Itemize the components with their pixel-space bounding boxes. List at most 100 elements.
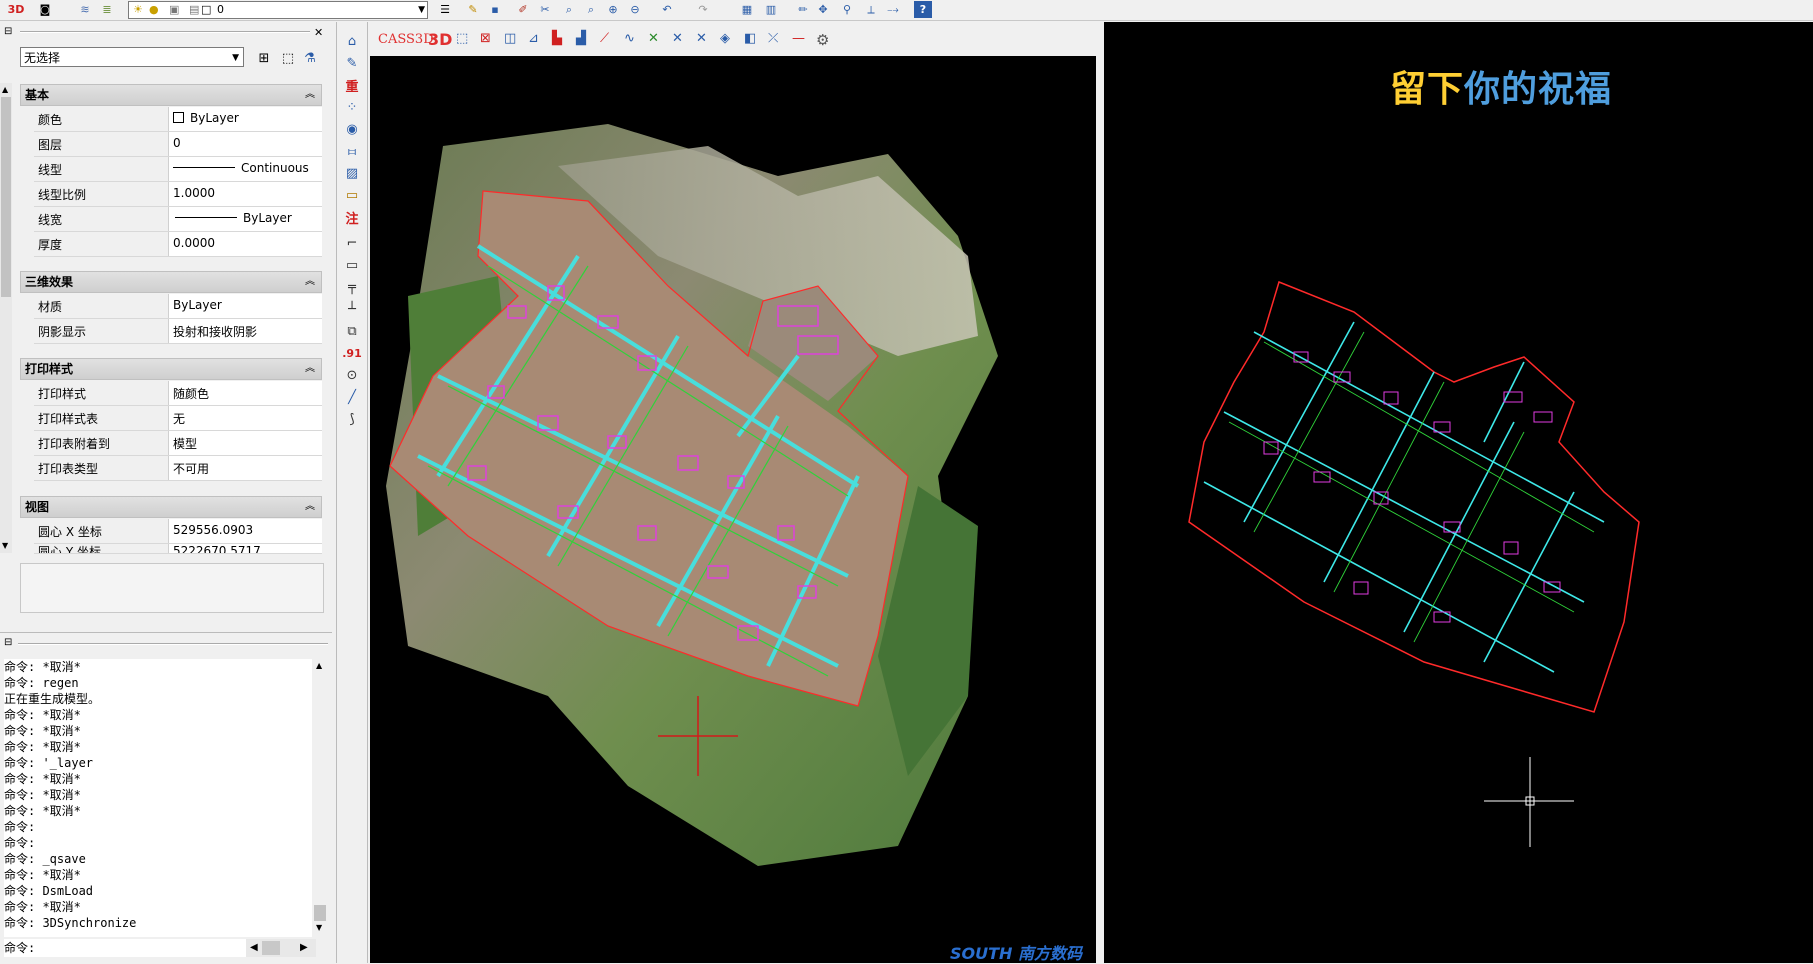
command-input[interactable]: 命令: <box>4 939 260 957</box>
sun-icon[interactable]: ● <box>149 2 159 18</box>
rectangle-icon[interactable]: ▭ <box>343 256 361 274</box>
select-objects-icon[interactable]: ⬚ <box>278 48 298 68</box>
prop-row-linetype-scale[interactable]: 线型比例 1.0000 <box>34 182 322 207</box>
redraw-icon[interactable]: 重 <box>343 76 361 95</box>
extend-icon[interactable]: ⤍ <box>884 1 902 18</box>
save-icon[interactable]: ▪ <box>486 1 504 18</box>
collapse-icon[interactable]: ︽ <box>305 272 315 292</box>
zoom-window-icon[interactable]: ⌕ <box>582 1 600 18</box>
section-basic[interactable]: 基本 ︽ <box>20 84 322 106</box>
bulb-icon[interactable]: ☀ <box>133 2 143 18</box>
scroll-thumb[interactable] <box>262 941 280 955</box>
prop-row-plot-type[interactable]: 打印表类型 不可用 <box>34 456 322 481</box>
image-icon[interactable]: ▨ <box>343 164 361 182</box>
quick-select-icon[interactable]: ⚗ <box>300 48 320 68</box>
prop-value[interactable]: ByLayer <box>168 207 322 231</box>
prop-value[interactable]: 投射和接收阴影 <box>168 319 322 343</box>
calculator-icon[interactable]: ▥ <box>762 1 780 18</box>
annotate-icon[interactable]: 注 <box>343 208 361 227</box>
scroll-right-icon[interactable]: ▶ <box>300 942 308 953</box>
prop-value[interactable]: 模型 <box>168 431 322 455</box>
scroll-down-icon[interactable]: ▼ <box>2 541 8 550</box>
terrain-icon[interactable]: ∿ <box>624 31 642 49</box>
split-icon[interactable]: ◫ <box>504 31 522 49</box>
prop-value[interactable]: 随颜色 <box>168 381 322 405</box>
pen-icon[interactable]: ✎ <box>343 54 361 72</box>
delete-box-icon[interactable]: ⊠ <box>480 31 498 49</box>
command-history[interactable]: 命令: *取消* 命令: regen 正在重生成模型。 命令: *取消* 命令: *取消… <box>4 659 312 937</box>
stairs-icon[interactable]: ⌐ <box>343 234 361 252</box>
box-icon[interactable]: ⬚ <box>456 31 474 49</box>
selection-dropdown[interactable]: 无选择 ▼ <box>20 47 244 67</box>
panel-titlebar[interactable] <box>20 31 310 33</box>
scroll-thumb[interactable] <box>314 905 326 921</box>
prop-value[interactable]: 0 <box>168 132 322 156</box>
scroll-thumb[interactable] <box>1 97 11 297</box>
section-3d-effects[interactable]: 三维效果 ︽ <box>20 271 322 293</box>
connect-icon[interactable]: ⤫ <box>768 31 786 49</box>
toggle-pickadd-icon[interactable]: ⊞ <box>254 48 274 68</box>
prop-row-color[interactable]: 颜色 ByLayer <box>34 107 322 132</box>
layer-dropdown[interactable]: ☀ ● ▣ ▤ □ 0 ▼ <box>128 1 428 19</box>
zoom-icon[interactable]: ⌕ <box>560 1 578 18</box>
prop-row-linetype[interactable]: 线型 Continuous <box>34 157 322 182</box>
copy-icon[interactable]: ⚲ <box>838 1 856 18</box>
prop-row-center-y[interactable]: 圆心 Y 坐标 5222670.5717 <box>34 544 322 554</box>
scroll-up-icon[interactable]: ▲ <box>2 85 8 94</box>
control-point-icon[interactable]: ⊙ <box>343 366 361 384</box>
viewport-splitter[interactable] <box>1096 22 1104 963</box>
prop-value[interactable]: 0.0000 <box>168 232 322 256</box>
cad-drawing[interactable] <box>1104 22 1813 963</box>
properties-scrollbar[interactable]: ▲ ▼ <box>0 83 12 553</box>
panel-grip-icon[interactable]: ⊟ <box>4 26 12 37</box>
elevation-icon[interactable]: .91 <box>342 344 362 362</box>
prop-row-plot-style[interactable]: 打印样式 随颜色 <box>34 381 322 406</box>
orthophoto-map[interactable] <box>378 56 1096 963</box>
fence-line-icon[interactable]: ┴ <box>343 300 361 318</box>
close-icon[interactable]: ✕ <box>314 26 323 39</box>
undo-icon[interactable]: ↶ <box>658 1 676 18</box>
prop-value[interactable]: 无 <box>168 406 322 430</box>
lock-icon[interactable]: ▣ <box>169 2 179 18</box>
zoom-extents-icon[interactable]: ⊕ <box>604 1 622 18</box>
scroll-up-icon[interactable]: ▲ <box>316 661 322 670</box>
prop-value[interactable]: 不可用 <box>168 456 322 480</box>
layer-manager-icon[interactable]: ≋ <box>76 1 94 18</box>
menu-icon[interactable]: ☰ <box>436 1 454 18</box>
profile-icon[interactable]: ▙ <box>552 31 570 49</box>
redo-icon[interactable]: ↷ <box>694 1 712 18</box>
zoom-previous-icon[interactable]: ⊖ <box>626 1 644 18</box>
collapse-icon[interactable]: ︽ <box>305 85 315 105</box>
section-view[interactable]: 视图 ︽ <box>20 496 322 518</box>
help-icon[interactable]: ? <box>914 1 932 18</box>
prop-row-plot-attached[interactable]: 打印表附着到 模型 <box>34 431 322 456</box>
grid-points-icon[interactable]: ⁘ <box>343 98 361 116</box>
prop-row-thickness[interactable]: 厚度 0.0000 <box>34 232 322 257</box>
prop-value[interactable]: 5222670.5717 <box>168 544 322 553</box>
ruler-icon[interactable]: ▭ <box>343 186 361 204</box>
command-scrollbar[interactable]: ▲ ▼ <box>312 659 328 937</box>
match-icon[interactable]: ✂ <box>536 1 554 18</box>
collapse-icon[interactable]: ︽ <box>305 497 315 517</box>
pipe-icon[interactable]: ⧉ <box>343 322 361 340</box>
railroad-icon[interactable]: ╤ <box>343 278 361 296</box>
properties-icon[interactable]: ▦ <box>738 1 756 18</box>
tag-icon[interactable]: ⌂ <box>343 32 361 50</box>
remove-point-icon[interactable]: ✕ <box>672 31 690 49</box>
cad-viewport[interactable]: 留下你的祝福 <box>1104 22 1813 963</box>
collapse-icon[interactable]: ︽ <box>305 359 315 379</box>
cass3d-viewport[interactable]: CASS3D 3D ⬚ ⊠ ◫ ⊿ ▙ ▟ ⟋ ∿ ✕ ✕ ✕ ◈ ◧ ⤫ — … <box>370 22 1096 963</box>
line-icon[interactable]: ╱ <box>343 388 361 406</box>
prop-value[interactable]: ByLayer <box>168 107 322 131</box>
camera-icon[interactable]: ◉ <box>343 120 361 138</box>
open-icon[interactable]: ✎ <box>464 1 482 18</box>
section-icon[interactable]: ▟ <box>576 31 594 49</box>
break-line-icon[interactable]: ⟆ <box>343 410 361 428</box>
prop-value[interactable]: Continuous <box>168 157 322 181</box>
command-hscrollbar[interactable]: ◀ ▶ <box>246 939 316 957</box>
measure-icon[interactable]: ⊿ <box>528 31 546 49</box>
layers-icon[interactable]: ◧ <box>744 31 762 49</box>
panel-grip-icon[interactable]: ⊟ <box>4 637 12 648</box>
prop-row-plot-style-table[interactable]: 打印样式表 无 <box>34 406 322 431</box>
prop-row-center-x[interactable]: 圆心 X 坐标 529556.0903 <box>34 519 322 544</box>
